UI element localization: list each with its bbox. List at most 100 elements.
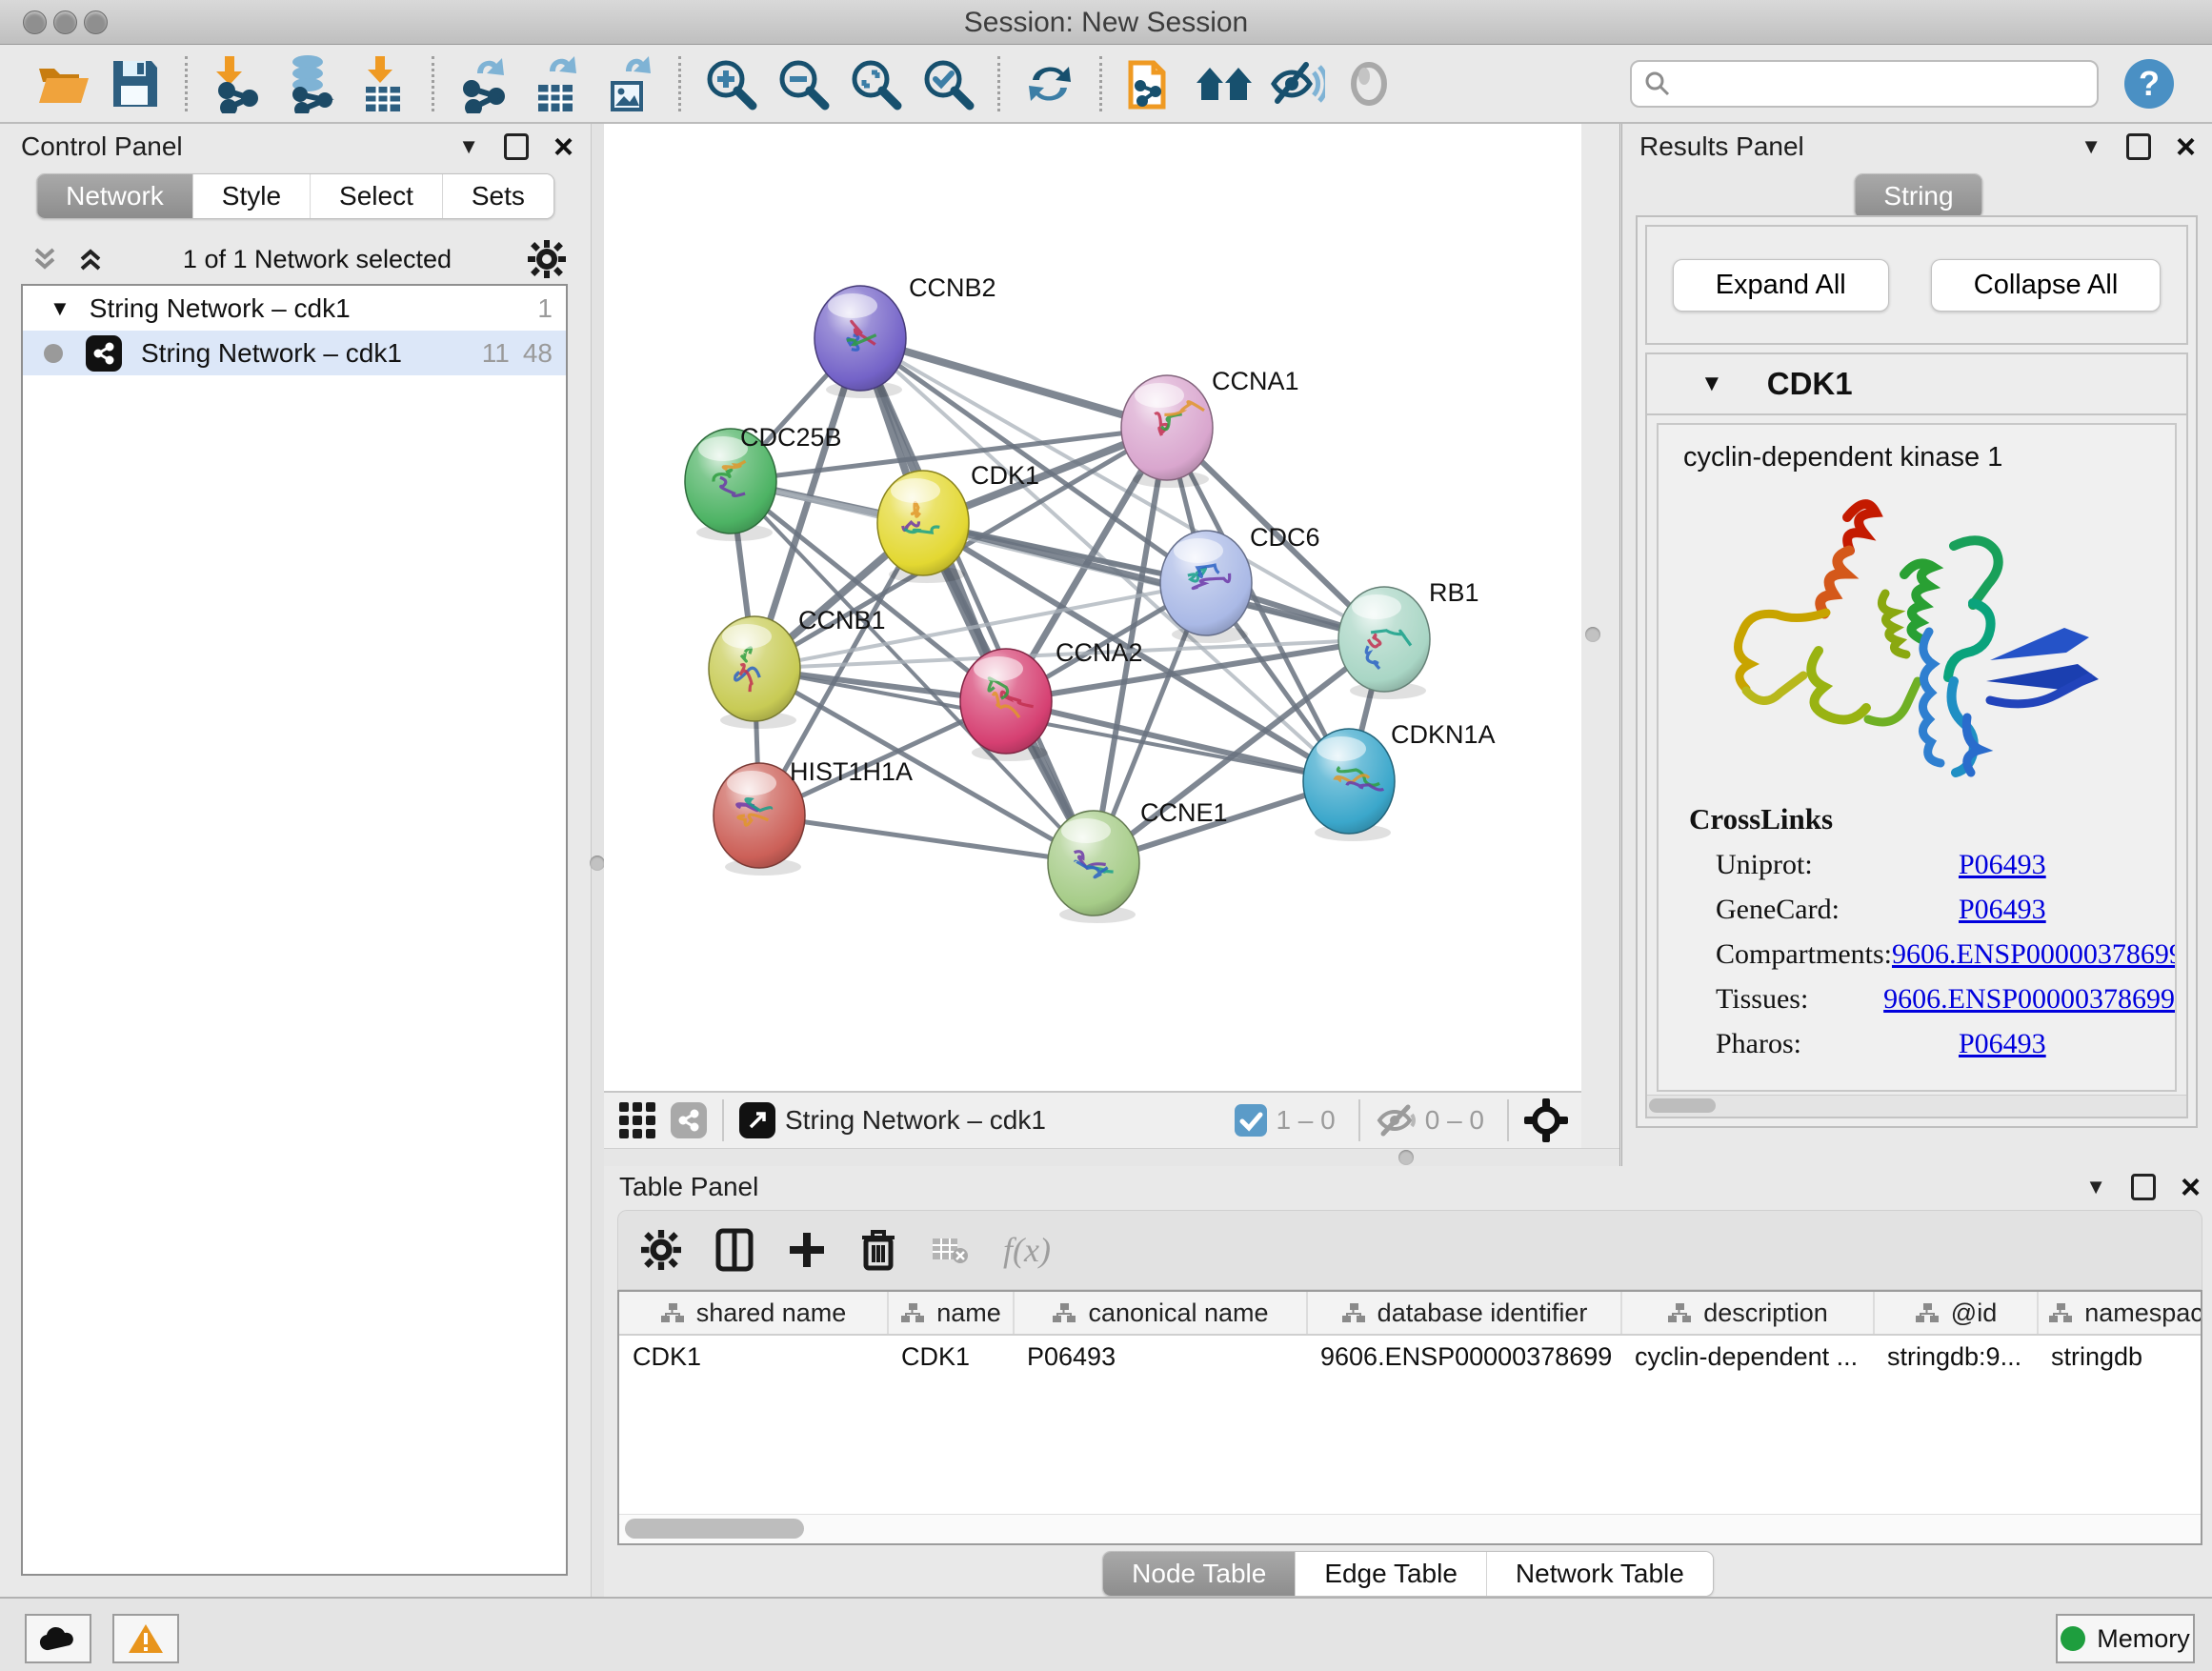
column-header-namespace[interactable]: namespace [2038,1292,2202,1335]
column-header-@id[interactable]: @id [1874,1292,2038,1335]
expand-all-icon[interactable] [74,244,107,274]
column-header-name[interactable]: name [888,1292,1014,1335]
home-button[interactable] [1195,54,1254,113]
node-cdc25b[interactable]: CDC25B [685,423,842,541]
panel-float-icon[interactable] [504,133,529,160]
node-cdkn1a[interactable]: CDKN1A [1303,720,1496,841]
results-tab-string[interactable]: String [1854,173,1982,219]
table-cell[interactable]: stringdb [2038,1335,2202,1378]
export-image-button[interactable] [599,54,658,113]
results-hscrollbar[interactable] [1647,1095,2186,1117]
search-input[interactable] [1672,68,2085,99]
detach-view-icon[interactable] [739,1102,775,1138]
grid-mode-icon[interactable] [617,1100,657,1140]
column-header-canonical-name[interactable]: canonical name [1014,1292,1307,1335]
network-collection-row[interactable]: ▼ String Network – cdk1 1 [23,286,566,331]
edge-hist1h1a-ccne1[interactable] [759,815,1094,863]
export-table-button[interactable] [527,54,586,113]
splitter-handle[interactable] [1585,627,1600,642]
refresh-layout-button[interactable] [1020,54,1079,113]
node-rb1[interactable]: RB1 [1338,578,1479,699]
hide-selection-button[interactable] [1267,54,1326,113]
show-hidden-button[interactable] [1339,54,1398,113]
function-builder-button[interactable]: f(x) [1003,1230,1051,1270]
delete-table-icon[interactable] [931,1235,969,1265]
help-button[interactable]: ? [2120,54,2179,113]
table-cell[interactable]: CDK1 [888,1335,1014,1378]
network-canvas[interactable]: CCNB2CCNA1CDC25BCDK1CDC6RB1CCNB1CCNA2CDK… [604,124,1581,1091]
collapse-all-button[interactable]: Collapse All [1931,259,2162,312]
cloud-status-button[interactable] [25,1614,91,1663]
save-session-button[interactable] [106,54,165,113]
birdseye-crosshair-icon[interactable] [1524,1098,1568,1142]
table-cell[interactable]: stringdb:9... [1874,1335,2038,1378]
import-network-from-database-button[interactable] [280,54,339,113]
selected-checkbox-icon[interactable] [1234,1103,1268,1137]
crosslink-link[interactable]: P06493 [1959,1028,2046,1060]
table-hscrollbar[interactable] [619,1514,2201,1543]
delete-column-icon[interactable] [860,1228,896,1272]
expand-all-button[interactable]: Expand All [1673,259,1889,312]
tab-network-table[interactable]: Network Table [1487,1552,1713,1596]
import-network-button[interactable] [208,54,267,113]
panel-collapse-icon[interactable]: ▼ [2085,1175,2106,1199]
open-session-button[interactable] [33,54,92,113]
column-header-description[interactable]: description [1621,1292,1874,1335]
export-network-button[interactable] [454,54,513,113]
column-header-database-identifier[interactable]: database identifier [1307,1292,1621,1335]
table-cell[interactable]: cyclin-dependent ... [1621,1335,1874,1378]
panel-collapse-icon[interactable]: ▼ [458,134,479,159]
crosslink-link[interactable]: 9606.ENSP00000378699 [1883,983,2175,1016]
network-graph[interactable]: CCNB2CCNA1CDC25BCDK1CDC6RB1CCNB1CCNA2CDK… [604,124,1581,1091]
import-table-button[interactable] [352,54,412,113]
zoom-selected-button[interactable] [918,54,977,113]
tab-network[interactable]: Network [37,174,193,218]
warnings-button[interactable] [112,1614,179,1663]
tree-expand-icon[interactable]: ▼ [50,296,70,321]
gene-section-header[interactable]: ▼ CDK1 [1647,354,2186,415]
collapse-all-icon[interactable] [29,244,61,274]
edge-ccnb2-ccna1[interactable] [860,338,1167,428]
zoom-fit-button[interactable] [846,54,905,113]
splitter-handle[interactable] [590,856,605,871]
share-document-button[interactable] [1122,54,1181,113]
node-ccnb1[interactable]: CCNB1 [709,606,886,729]
tab-select[interactable]: Select [311,174,443,218]
panel-close-icon[interactable]: × [2176,137,2196,156]
table-settings-gear-icon[interactable] [641,1230,681,1270]
scrollbar-thumb[interactable] [625,1519,804,1539]
panel-float-icon[interactable] [2126,133,2151,160]
crosslink-link[interactable]: P06493 [1959,894,2046,926]
tab-sets[interactable]: Sets [443,174,553,218]
zoom-out-button[interactable] [774,54,833,113]
hidden-eye-icon[interactable] [1376,1103,1418,1137]
column-header-shared-name[interactable]: shared name [619,1292,888,1335]
zoom-in-button[interactable] [701,54,760,113]
show-columns-icon[interactable] [715,1228,754,1272]
memory-button[interactable]: Memory [2056,1614,2195,1663]
panel-close-icon[interactable]: × [553,137,573,156]
splitter-handle[interactable] [1398,1150,1414,1165]
string-view-icon[interactable] [671,1102,707,1138]
table-cell[interactable]: 9606.ENSP00000378699 [1307,1335,1621,1378]
node-cdc6[interactable]: CDC6 [1160,523,1320,643]
tab-edge-table[interactable]: Edge Table [1296,1552,1487,1596]
crosslink-link[interactable]: 9606.ENSP00000378699 [1892,938,2177,971]
node-hist1h1a[interactable]: HIST1H1A [714,757,913,876]
toolbar-search[interactable] [1630,60,2099,108]
crosslink-link[interactable]: P06493 [1959,849,2046,881]
table-cell[interactable]: CDK1 [619,1335,888,1378]
panel-float-icon[interactable] [2131,1174,2156,1200]
table-row[interactable]: CDK1CDK1P064939606.ENSP00000378699cyclin… [619,1335,2202,1378]
gear-icon[interactable] [528,240,566,278]
tab-node-table[interactable]: Node Table [1103,1552,1296,1596]
node-table[interactable]: shared namenamecanonical namedatabase id… [617,1290,2202,1545]
section-collapse-icon[interactable]: ▼ [1700,371,1723,397]
panel-close-icon[interactable]: × [2181,1178,2201,1197]
node-ccne1[interactable]: CCNE1 [1048,798,1228,923]
tab-style[interactable]: Style [193,174,311,218]
add-column-icon[interactable] [788,1231,826,1269]
panel-collapse-icon[interactable]: ▼ [2081,134,2101,159]
table-cell[interactable]: P06493 [1014,1335,1307,1378]
network-row-selected[interactable]: String Network – cdk1 11 48 [23,331,566,375]
